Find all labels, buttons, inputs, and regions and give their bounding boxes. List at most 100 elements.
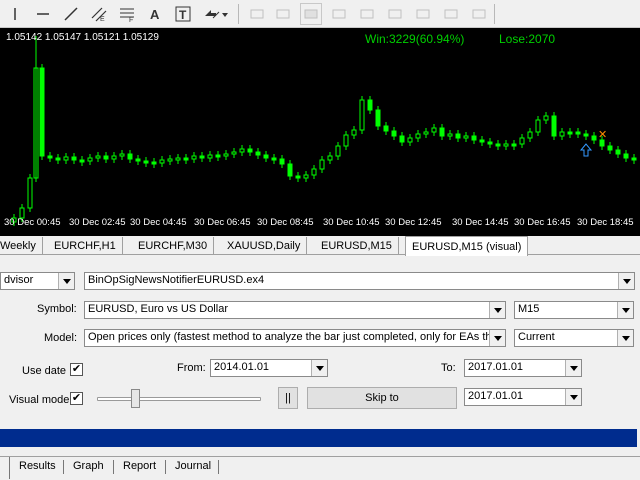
period-m15-icon	[300, 3, 322, 25]
pause-button[interactable]: ||	[278, 387, 298, 409]
tab-graph[interactable]: Graph	[73, 460, 104, 472]
candle-body	[95, 155, 101, 159]
svg-text:E: E	[100, 16, 105, 22]
period-m30-icon	[328, 3, 350, 25]
candle-body	[271, 157, 277, 161]
to-date-picker[interactable]: 2017.01.01	[464, 359, 582, 377]
speed-slider-track[interactable]	[97, 397, 261, 401]
tab-eurchf-m30[interactable]: EURCHF,M30	[132, 237, 215, 255]
candle-body	[631, 157, 637, 161]
test-progress-bar	[0, 429, 637, 447]
tab-eurusd-m15[interactable]: EURUSD,M15	[315, 237, 399, 255]
speed-slider-thumb[interactable]	[131, 389, 140, 408]
candle-body	[623, 153, 629, 159]
candle-body	[55, 157, 61, 161]
candle-body	[239, 148, 245, 153]
skip-to-date-picker[interactable]: 2017.01.01	[464, 388, 582, 406]
from-label: From:	[177, 362, 206, 374]
spread-select[interactable]: Current	[514, 329, 634, 347]
time-axis-label: 30 Dec 18:45	[577, 217, 634, 228]
fibonacci-icon[interactable]: F	[116, 3, 138, 25]
candle-body	[567, 131, 573, 135]
tab-report[interactable]: Report	[123, 460, 156, 472]
tab-eurchf-h1[interactable]: EURCHF,H1	[48, 237, 123, 255]
candle-body	[79, 159, 85, 163]
equidistant-channel-icon[interactable]: E	[88, 3, 110, 25]
tab-results[interactable]: Results	[19, 460, 56, 472]
arrows-dropdown-icon[interactable]	[202, 3, 230, 25]
symbol-select[interactable]: EURUSD, Euro vs US Dollar	[84, 301, 506, 319]
trendline-icon[interactable]	[60, 3, 82, 25]
candle-body	[199, 155, 205, 159]
candle-body	[319, 159, 325, 170]
candle-body	[423, 131, 429, 135]
svg-text:F: F	[129, 17, 133, 22]
candle-body	[343, 134, 349, 147]
price-chart[interactable]: ✕ 1.05142 1.05147 1.05121 1.05129 Win:32…	[0, 28, 640, 236]
candle-body	[335, 145, 341, 157]
time-axis-label: 30 Dec 08:45	[257, 217, 314, 228]
candle-body	[431, 127, 437, 133]
candle-body	[151, 161, 157, 165]
skip-to-button[interactable]: Skip to	[307, 387, 457, 409]
candle-body	[223, 153, 229, 157]
chevron-down-icon	[489, 330, 505, 346]
candle-body	[511, 143, 517, 147]
expert-type-select[interactable]: dvisor	[0, 272, 75, 290]
candle-body	[327, 155, 333, 161]
period-h4-icon	[384, 3, 406, 25]
tab-weekly[interactable]: Weekly	[0, 237, 43, 255]
candle-body	[455, 133, 461, 139]
tab-separator	[218, 460, 219, 474]
period-mn-icon	[468, 3, 490, 25]
time-axis-label: 30 Dec 06:45	[194, 217, 251, 228]
horizontal-line-icon[interactable]	[32, 3, 54, 25]
candle-body	[463, 135, 469, 139]
candle-body	[407, 137, 413, 143]
expert-file-select[interactable]: BinOpSigNewsNotifierEURUSD.ex4	[84, 272, 635, 290]
vertical-line-icon[interactable]	[4, 3, 26, 25]
tab-xauusd-daily[interactable]: XAUUSD,Daily	[221, 237, 308, 255]
tab-journal[interactable]: Journal	[175, 460, 211, 472]
candle-body	[63, 156, 69, 161]
visual-mode-checkbox[interactable]: ✔	[70, 392, 83, 405]
candle-body	[255, 151, 261, 156]
candle-body	[471, 135, 477, 141]
text-box-icon[interactable]: T	[172, 3, 194, 25]
candle-body	[303, 174, 309, 179]
chevron-down-icon	[565, 360, 581, 376]
candle-body	[103, 155, 109, 160]
time-axis-label: 30 Dec 14:45	[452, 217, 509, 228]
period-select[interactable]: M15	[514, 301, 634, 319]
candle-body	[27, 177, 33, 209]
use-date-checkbox[interactable]: ✔	[70, 363, 83, 376]
tabs-frame	[9, 457, 10, 479]
chart-tabs-bar: Weekly EURCHF,H1 EURCHF,M30 XAUUSD,Daily…	[0, 236, 640, 256]
time-axis-label: 30 Dec 12:45	[385, 217, 442, 228]
candle-body	[359, 99, 365, 131]
lose-stats: Lose:2070	[499, 32, 556, 46]
candle-body	[607, 145, 613, 151]
candle-body	[135, 158, 141, 162]
period-h1-icon	[356, 3, 378, 25]
model-select[interactable]: Open prices only (fastest method to anal…	[84, 329, 506, 347]
visual-mode-label: Visual mode	[9, 394, 70, 406]
toolbar-separator	[494, 4, 495, 24]
candle-body	[175, 157, 181, 161]
text-label-icon[interactable]: A	[144, 3, 166, 25]
period-m5-icon	[272, 3, 294, 25]
chevron-down-icon	[489, 302, 505, 318]
strategy-tester-panel: dvisor BinOpSigNewsNotifierEURUSD.ex4 Sy…	[0, 256, 640, 480]
tab-eurusd-m15-visual[interactable]: EURUSD,M15 (visual)	[405, 236, 529, 256]
candle-body	[391, 130, 397, 137]
candle-body	[591, 135, 597, 141]
candle-body	[287, 163, 293, 177]
period-m1-icon	[246, 3, 268, 25]
buy-signal-icon	[579, 143, 593, 157]
from-date-picker[interactable]: 2014.01.01	[210, 359, 328, 377]
candle-body	[87, 157, 93, 162]
use-date-label: Use date	[22, 365, 67, 377]
candle-body	[527, 131, 533, 139]
candle-body	[447, 133, 453, 137]
candle-body	[439, 127, 445, 137]
